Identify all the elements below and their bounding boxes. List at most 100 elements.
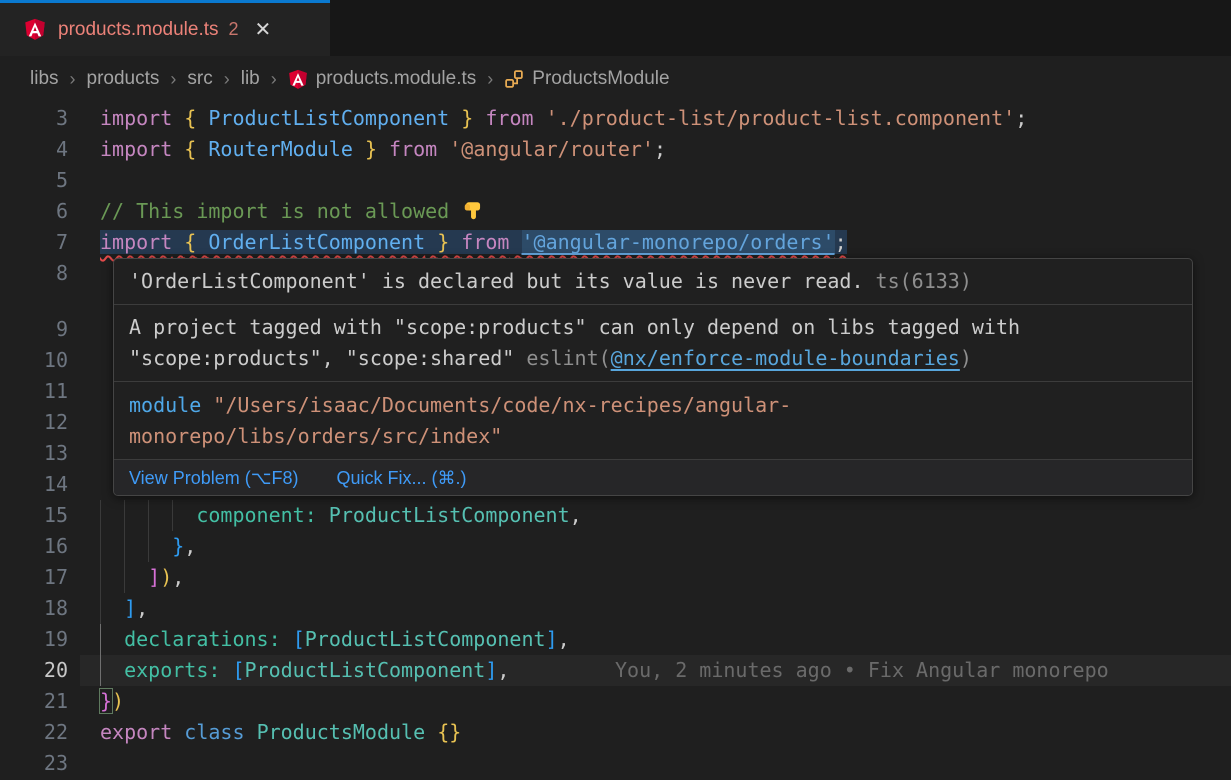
code-token: ) — [160, 565, 172, 589]
line-number: 9 — [0, 314, 68, 345]
code-token — [172, 720, 184, 744]
hover-text: 'OrderListComponent' is declared but its… — [129, 269, 864, 293]
code-token: ] — [546, 627, 558, 651]
code-token: , — [172, 565, 184, 589]
code-line-23[interactable] — [100, 748, 1231, 779]
code-token: exports: — [124, 658, 220, 682]
hover-text: ) — [960, 346, 972, 370]
code-line-20[interactable]: exports: [ProductListComponent],You, 2 m… — [100, 655, 1231, 686]
code-token: ] — [124, 596, 136, 620]
code-token: './product-list/product-list.component' — [546, 106, 1016, 130]
hover-text: A project tagged with "scope:products" c… — [129, 315, 1020, 339]
code-token: component: — [196, 503, 316, 527]
editor-tab-bar: products.module.ts 2 ✕ — [0, 0, 1231, 56]
code-token: } — [437, 230, 449, 254]
breadcrumb: libs›products›src›lib›products.module.ts… — [0, 56, 1231, 102]
breadcrumb-item-lib[interactable]: lib — [241, 68, 260, 90]
code-line-6[interactable]: // This import is not allowed — [100, 196, 1231, 227]
code-line-17[interactable]: ]), — [100, 562, 1231, 593]
close-icon[interactable]: ✕ — [255, 20, 272, 40]
code-token: import — [100, 230, 172, 254]
breadcrumb-label: libs — [30, 68, 59, 90]
code-token: } — [365, 137, 377, 161]
line-number: 12 — [0, 407, 68, 438]
code-token — [534, 106, 546, 130]
code-token: OrderListComponent — [208, 230, 425, 254]
code-token — [100, 565, 148, 589]
code-line-19[interactable]: declarations: [ProductListComponent], — [100, 624, 1231, 655]
module-specifier-link[interactable]: '@angular-monorepo/orders' — [522, 230, 835, 254]
breadcrumb-item-libs[interactable]: libs — [30, 68, 59, 90]
view-problem-action[interactable]: View Problem (⌥F8) — [129, 468, 298, 489]
code-line-7[interactable]: import { OrderListComponent } from '@ang… — [100, 227, 1231, 258]
code-token: ProductListComponent — [245, 658, 486, 682]
line-number: 5 — [0, 165, 68, 196]
code-token — [196, 106, 208, 130]
code-token — [196, 137, 208, 161]
code-line-5[interactable] — [100, 165, 1231, 196]
code-line-22[interactable]: export class ProductsModule {} — [100, 717, 1231, 748]
code-token — [220, 658, 232, 682]
code-line-15[interactable]: component: ProductListComponent, — [100, 500, 1231, 531]
breadcrumb-label: products — [87, 68, 160, 90]
code-line-18[interactable]: ], — [100, 593, 1231, 624]
line-number: 22 — [0, 717, 68, 748]
line-number: 19 — [0, 624, 68, 655]
code-line-3[interactable]: import { ProductListComponent } from './… — [100, 103, 1231, 134]
code-line-21[interactable]: }) — [100, 686, 1231, 717]
code-token: ; — [835, 230, 847, 254]
code-token — [100, 596, 124, 620]
hover-text: module — [129, 393, 201, 417]
line-number: 20 — [0, 655, 68, 686]
tab-products-module[interactable]: products.module.ts 2 ✕ — [0, 0, 330, 56]
pointing-down-emoji — [463, 200, 484, 221]
code-line-16[interactable]: }, — [100, 531, 1231, 562]
code-editor[interactable]: 'OrderListComponent' is declared but its… — [0, 100, 1231, 780]
tab-problems-badge: 2 — [229, 19, 239, 40]
line-number: 17 — [0, 562, 68, 593]
quick-fix-action[interactable]: Quick Fix... (⌘.) — [336, 468, 466, 489]
vscode-editor-window: products.module.ts 2 ✕ libs›products›src… — [0, 0, 1231, 780]
hover-section-eslint-error: A project tagged with "scope:products" c… — [114, 304, 1192, 381]
code-token: [ — [293, 627, 305, 651]
hover-text: monorepo/libs/orders/src/index" — [129, 424, 502, 448]
code-token: declarations: — [124, 627, 281, 651]
error-hover-popup: 'OrderListComponent' is declared but its… — [113, 258, 1193, 496]
code-token: ; — [1015, 106, 1027, 130]
code-token: [ — [232, 658, 244, 682]
code-token — [100, 534, 172, 558]
code-token — [437, 137, 449, 161]
code-token — [425, 230, 437, 254]
line-number: 23 — [0, 748, 68, 779]
line-number: 11 — [0, 376, 68, 407]
code-token: , — [497, 658, 509, 682]
code-token: from — [485, 106, 533, 130]
code-token: { — [184, 137, 196, 161]
breadcrumb-item-products-module-ts[interactable]: products.module.ts — [288, 68, 477, 90]
line-number: 7 — [0, 227, 68, 258]
line-number: 8 — [0, 258, 68, 289]
code-token: ] — [148, 565, 160, 589]
code-token: from — [461, 230, 509, 254]
code-token — [425, 720, 437, 744]
code-token — [281, 627, 293, 651]
hover-section-ts-error: 'OrderListComponent' is declared but its… — [114, 259, 1192, 304]
code-token — [172, 137, 184, 161]
breadcrumb-label: lib — [241, 68, 260, 90]
line-number: 15 — [0, 500, 68, 531]
angular-icon — [24, 18, 46, 41]
hover-section-module-info: module "/Users/isaac/Documents/code/nx-r… — [114, 381, 1192, 459]
code-token: , — [136, 596, 148, 620]
code-token: { — [184, 230, 196, 254]
breadcrumb-item-src[interactable]: src — [187, 68, 212, 90]
code-token: from — [389, 137, 437, 161]
code-token — [100, 658, 124, 682]
code-token: ) — [112, 689, 124, 713]
code-token: } — [100, 689, 112, 713]
code-token — [172, 230, 184, 254]
breadcrumb-label: products.module.ts — [316, 68, 477, 90]
breadcrumb-item-products[interactable]: products — [87, 68, 160, 90]
code-line-4[interactable]: import { RouterModule } from '@angular/r… — [100, 134, 1231, 165]
breadcrumb-item-productsmodule[interactable]: ProductsModule — [504, 68, 669, 90]
eslint-rule-link[interactable]: @nx/enforce-module-boundaries — [611, 346, 960, 370]
